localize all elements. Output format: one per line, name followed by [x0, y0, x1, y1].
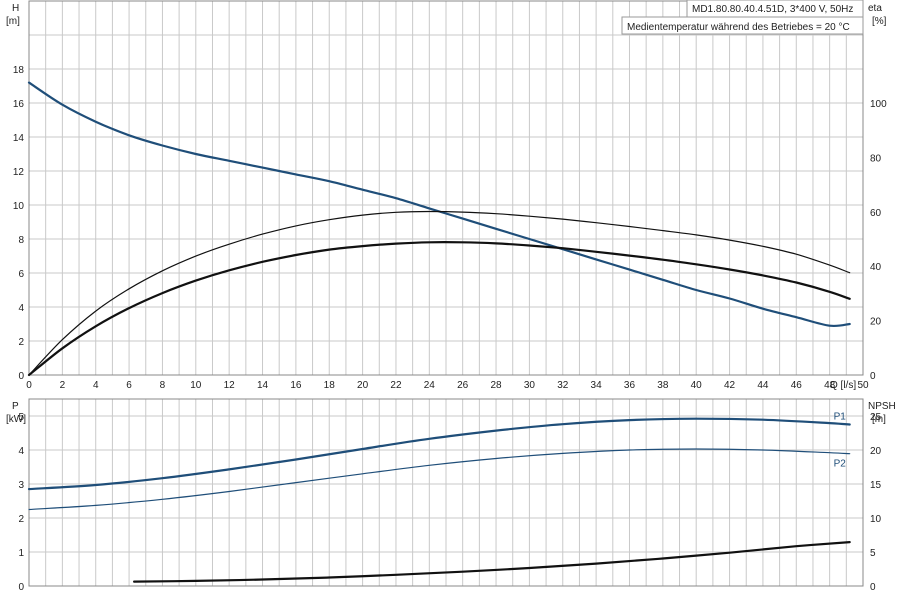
bottom-curve-2: [133, 541, 851, 583]
medium-info-text: Medientemperatur während des Betriebes =…: [627, 22, 850, 33]
xtick-label: 12: [224, 380, 236, 391]
top-y2-axis-unit: [%]: [872, 16, 887, 27]
xtick-label: 46: [791, 380, 803, 391]
top-y2tick-label: 100: [870, 99, 887, 110]
xtick-label: 0: [26, 380, 32, 391]
pump-performance-chart: 0246810121416180204060801000 2 4 6 8 10 12 14 16…: [6, 0, 896, 593]
top-ytick-label: 12: [13, 167, 25, 178]
top-y2tick-label: 80: [870, 153, 882, 164]
top-ytick-label: 4: [18, 303, 24, 314]
xtick-label: 34: [591, 380, 603, 391]
xtick-label: 20: [357, 380, 369, 391]
bottom-ytick-label: 0: [18, 582, 24, 593]
xtick-label: 8: [160, 380, 166, 391]
top-y2tick-label: 20: [870, 317, 882, 328]
xtick-label: 40: [691, 380, 703, 391]
top-y2tick-label: 40: [870, 262, 882, 273]
xtick-label: 24: [424, 380, 436, 391]
xtick-label: 32: [557, 380, 569, 391]
xtick-label: 4: [93, 380, 99, 391]
top-ytick-label: 0: [18, 371, 24, 382]
xtick-label: 50: [857, 380, 869, 391]
p2-curve-label: P2: [834, 459, 847, 470]
model-info-text: MD1.80.80.40.4.51D, 3*400 V, 50Hz: [692, 4, 853, 15]
p1-curve-label: P1: [834, 412, 847, 423]
xtick-label: 26: [457, 380, 469, 391]
xtick-label: 2: [60, 380, 66, 391]
top-ytick-label: 6: [18, 269, 24, 280]
bottom-y2-axis-title: NPSH: [868, 401, 896, 412]
bottom-y2tick-label: 20: [870, 446, 882, 457]
top-ytick-label: 10: [13, 201, 25, 212]
xtick-label: 42: [724, 380, 736, 391]
bottom-ytick-label: 2: [18, 514, 24, 525]
xtick-label: 18: [324, 380, 336, 391]
xtick-label: 16: [290, 380, 302, 391]
top-ytick-label: 18: [13, 65, 25, 76]
axis-labels: 0246810121416180204060801000 2 4 6 8 10 12 14 16…: [6, 3, 896, 593]
xtick-label: 10: [190, 380, 202, 391]
top-curve-1: [28, 210, 851, 376]
x-axis-title: Q [l/s]: [830, 380, 856, 391]
top-chart-grid: [28, 0, 864, 376]
xtick-label: 44: [757, 380, 769, 391]
bottom-y2tick-label: 15: [870, 480, 882, 491]
top-curve-0: [27, 81, 851, 328]
bottom-y2tick-label: 0: [870, 582, 876, 593]
top-ytick-label: 2: [18, 337, 24, 348]
bottom-y2-axis-unit: [m]: [872, 414, 886, 425]
bottom-ytick-label: 1: [18, 548, 24, 559]
series-layer: [27, 81, 851, 583]
xtick-label: 28: [490, 380, 502, 391]
top-y-axis-title: H: [12, 3, 19, 14]
bottom-chart-grid: [28, 398, 864, 587]
top-y2-axis-title: eta: [868, 3, 882, 14]
p1-curve: [27, 417, 851, 491]
bottom-y2tick-label: 5: [870, 548, 876, 559]
top-curve-2: [27, 241, 851, 377]
top-ytick-label: 8: [18, 235, 24, 246]
xtick-label: 22: [390, 380, 402, 391]
top-y2tick-label: 0: [870, 371, 876, 382]
top-ytick-label: 16: [13, 99, 25, 110]
bottom-y-axis-unit: [kW]: [6, 414, 26, 425]
top-y-axis-unit: [m]: [6, 16, 20, 27]
info-box: MD1.80.80.40.4.51D, 3*400 V, 50Hz Medien…: [621, 0, 864, 35]
bottom-ytick-label: 4: [18, 446, 24, 457]
top-ytick-label: 14: [13, 133, 25, 144]
bottom-y-axis-title: P: [12, 401, 19, 412]
xtick-label: 38: [657, 380, 669, 391]
xtick-label: 30: [524, 380, 536, 391]
top-y2tick-label: 60: [870, 208, 882, 219]
bottom-ytick-label: 3: [18, 480, 24, 491]
xtick-label: 36: [624, 380, 636, 391]
xtick-label: 6: [126, 380, 132, 391]
xtick-label: 14: [257, 380, 269, 391]
bottom-y2tick-label: 10: [870, 514, 882, 525]
